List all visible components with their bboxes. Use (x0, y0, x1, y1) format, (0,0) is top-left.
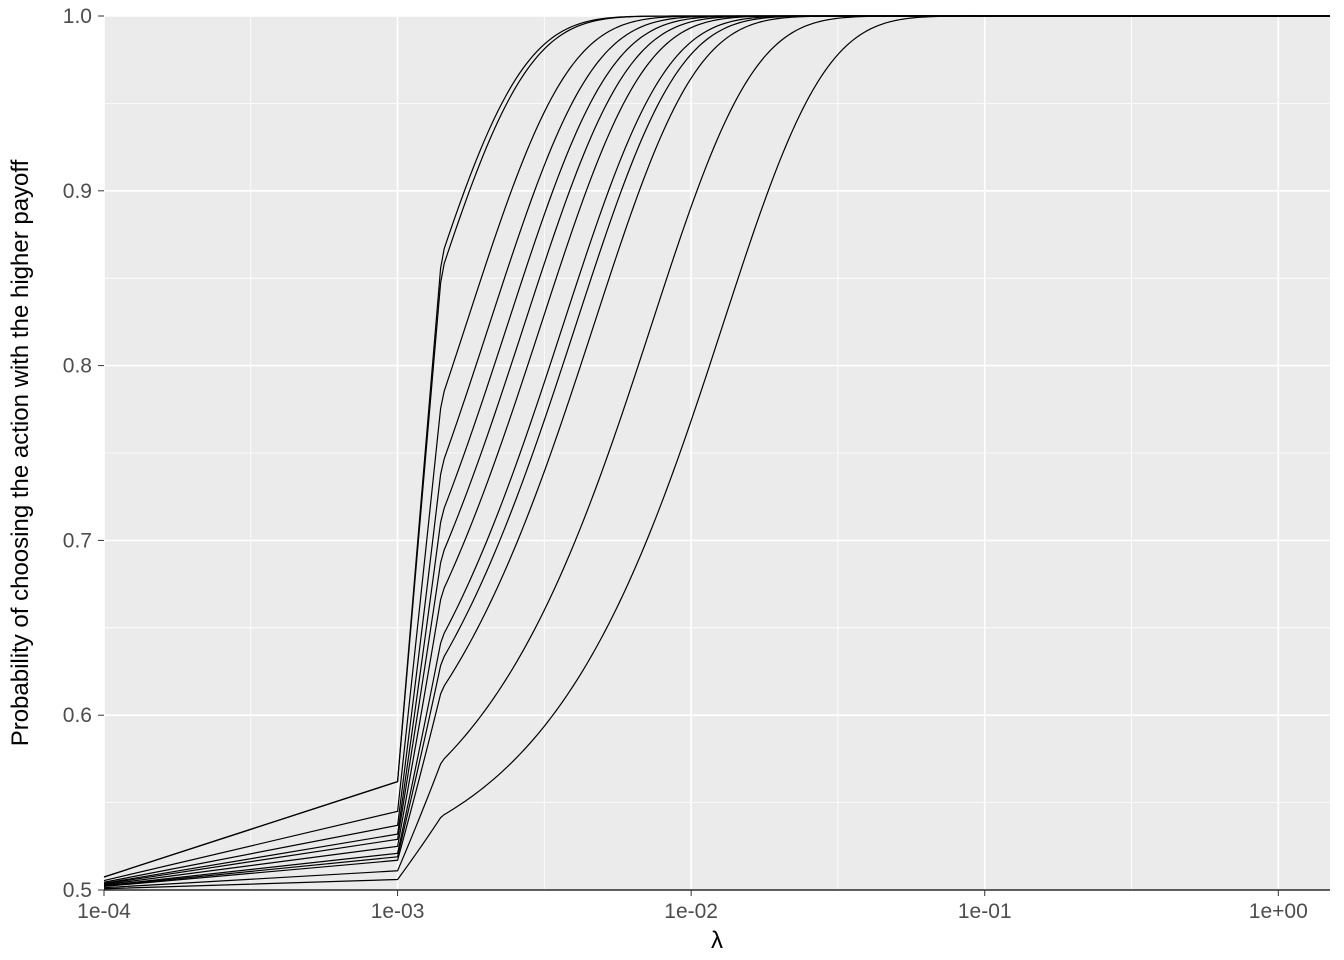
y-tick-label: 1.0 (63, 5, 92, 28)
y-tick-label: 0.6 (63, 704, 92, 727)
y-tick-label: 0.5 (63, 879, 92, 902)
chart-svg: 1e-04 1e-03 1e-02 1e-01 1e+00 0.5 0.6 0.7 0.8 0.9… (0, 0, 1344, 960)
x-tick-label: 1e-04 (77, 900, 131, 923)
x-tick-label: 1e+00 (1249, 900, 1308, 923)
x-tick-label: 1e-02 (664, 900, 718, 923)
chart-container: 1e-04 1e-03 1e-02 1e-01 1e+00 0.5 0.6 0.7 0.8 0.9… (0, 0, 1344, 960)
x-axis-title: λ (711, 927, 723, 954)
y-tick-label: 0.9 (63, 180, 92, 203)
x-tick-label: 1e-03 (371, 900, 425, 923)
y-axis-title: Probability of choosing the action with … (7, 159, 34, 746)
y-tick-label: 0.7 (63, 529, 92, 552)
y-tick-label: 0.8 (63, 355, 92, 378)
x-tick-label: 1e-01 (958, 900, 1012, 923)
